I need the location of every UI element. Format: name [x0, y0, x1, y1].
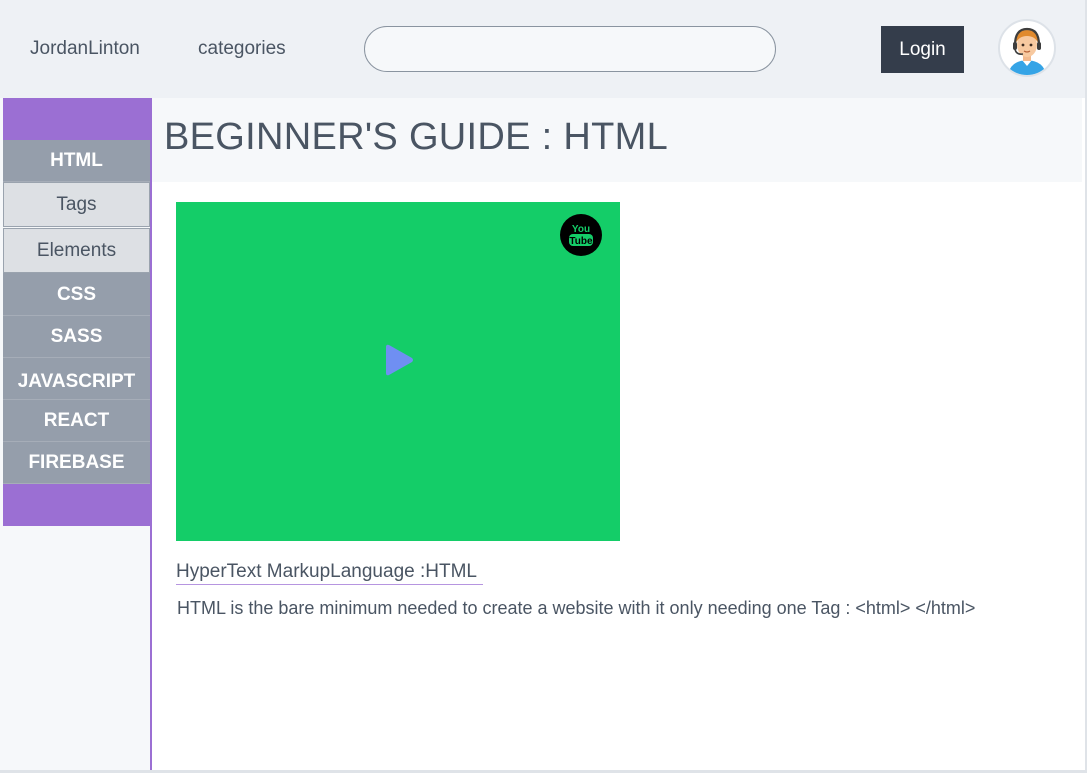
main-content: BEGINNER'S GUIDE : HTML You Tube HyperTe… [152, 98, 1085, 770]
sidebar-item-label: CSS [56, 284, 97, 305]
login-button[interactable]: Login [881, 26, 964, 73]
app-window: JordanLinton categories Login HTML Tags … [0, 0, 1087, 773]
title-bar: BEGINNER'S GUIDE : HTML [152, 98, 1082, 182]
top-navbar: JordanLinton categories Login [0, 0, 1085, 98]
video-player[interactable]: You Tube [176, 202, 620, 541]
support-agent-avatar-icon [1008, 27, 1046, 75]
sidebar-item-html[interactable]: HTML [3, 140, 150, 182]
sidebar-item-label: HTML [50, 150, 103, 171]
sidebar-item-label: SASS [50, 326, 103, 347]
sidebar-item-javascript[interactable]: JAVASCRIPT [3, 358, 150, 400]
sidebar-item-label: FIREBASE [28, 452, 125, 473]
sidebar: HTML Tags Elements CSS SASS JAVASCRIPT R… [0, 98, 152, 770]
svg-text:Tube: Tube [569, 236, 593, 247]
sidebar-item-tags[interactable]: Tags [3, 182, 150, 227]
sidebar-item-sass[interactable]: SASS [3, 316, 150, 358]
sidebar-top-accent [3, 98, 150, 140]
brand-link[interactable]: JordanLinton [30, 38, 140, 60]
youtube-logo-glyph: You Tube [569, 224, 593, 247]
sidebar-item-elements[interactable]: Elements [3, 228, 150, 273]
play-icon[interactable] [381, 343, 417, 379]
sidebar-item-label: Tags [56, 194, 97, 215]
avatar[interactable] [998, 19, 1056, 77]
sidebar-item-react[interactable]: REACT [3, 400, 150, 442]
svg-text:You: You [572, 224, 590, 235]
page-title: BEGINNER'S GUIDE : HTML [164, 116, 668, 158]
youtube-icon[interactable]: You Tube [560, 214, 602, 256]
sidebar-item-label: JAVASCRIPT [17, 371, 136, 392]
play-triangle [386, 344, 413, 376]
sidebar-item-label: REACT [43, 410, 110, 431]
sidebar-item-firebase[interactable]: FIREBASE [3, 442, 150, 484]
sidebar-bottom-accent [3, 484, 150, 526]
description-text: HTML is the bare minimum needed to creat… [177, 598, 976, 618]
search-input[interactable] [364, 26, 776, 72]
nav-categories-link[interactable]: categories [198, 38, 286, 60]
sidebar-item-css[interactable]: CSS [3, 273, 150, 316]
video-caption: HyperText MarkupLanguage :HTML [176, 561, 483, 585]
sidebar-item-label: Elements [36, 240, 117, 261]
